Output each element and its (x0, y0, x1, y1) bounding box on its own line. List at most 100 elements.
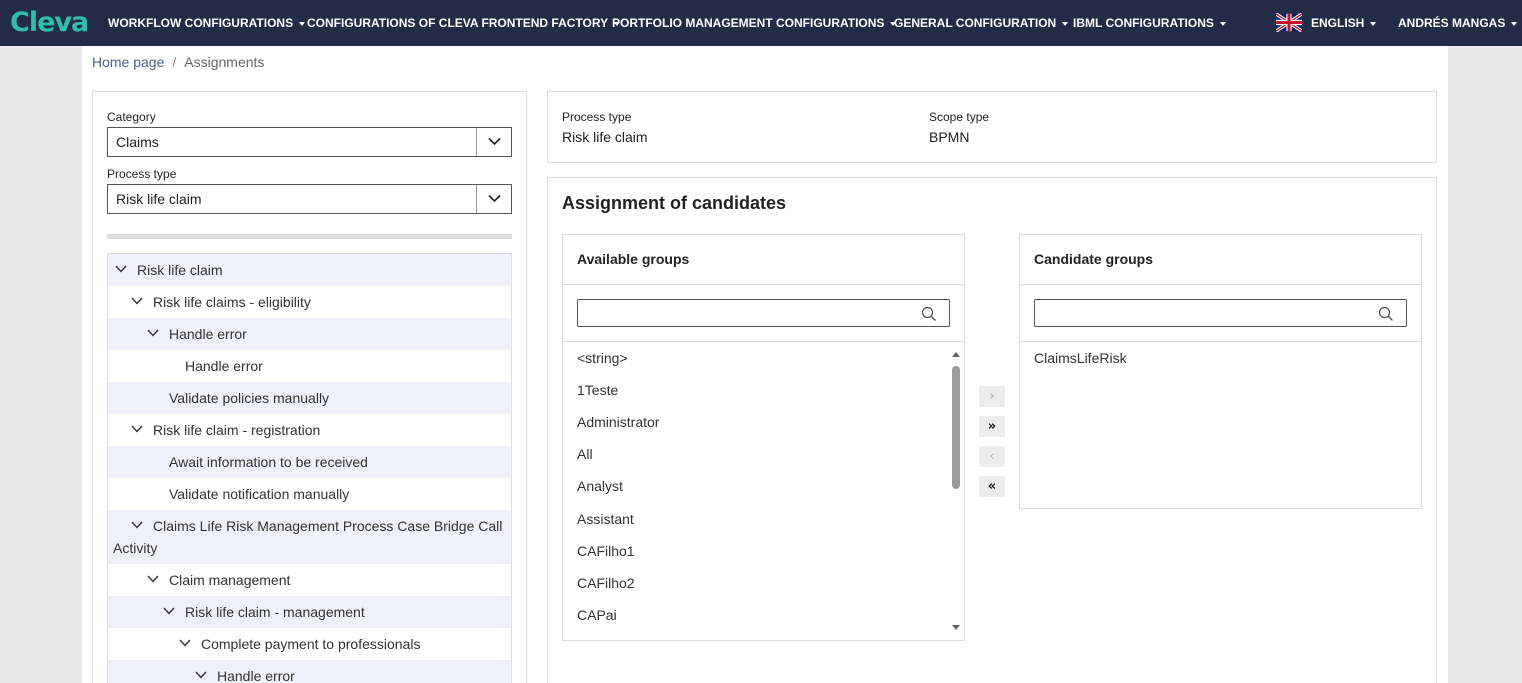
search-icon (1378, 306, 1393, 321)
chevron-down-icon[interactable] (163, 607, 175, 615)
divider (563, 284, 964, 285)
scroll-up-icon[interactable] (952, 352, 960, 357)
available-group-item[interactable]: Analyst (577, 478, 623, 494)
tree-node[interactable]: Risk life claim - management (108, 596, 511, 628)
chevron-down-icon[interactable] (115, 265, 127, 273)
tree-node[interactable]: Handle error (108, 660, 511, 683)
menu-general-configuration[interactable]: GENERAL CONFIGURATION (894, 16, 1069, 30)
menu-frontend-factory[interactable]: CONFIGURATIONS OF CLEVA FRONTEND FACTORY (307, 16, 621, 30)
tree-node[interactable]: Risk life claims - eligibility (108, 286, 511, 318)
chevron-down-icon[interactable] (195, 671, 207, 679)
caret-down-icon (1062, 21, 1069, 26)
info-process-type-value: Risk life claim (562, 129, 648, 145)
process-type-label: Process type (107, 167, 177, 181)
tree-node[interactable]: Risk life claim - registration (108, 414, 511, 446)
breadcrumb-separator: / (172, 54, 177, 70)
caret-down-icon (1370, 21, 1377, 26)
tree-node[interactable]: Validate notification manually (108, 478, 511, 510)
info-process-type-label: Process type (562, 110, 632, 124)
search-icon (921, 306, 936, 321)
breadcrumb: Home page / Assignments (92, 54, 264, 70)
category-dropdown-button[interactable] (476, 128, 511, 156)
candidate-groups-search-input[interactable] (1034, 299, 1407, 327)
divider (1020, 341, 1421, 342)
menu-ibml-configurations[interactable]: IBML CONFIGURATIONS (1073, 16, 1226, 30)
chevron-down-icon (488, 194, 501, 203)
candidate-group-item[interactable]: ClaimsLifeRisk (1034, 350, 1127, 366)
category-value: Claims (116, 134, 159, 150)
available-group-item[interactable]: 1Teste (577, 382, 618, 398)
caret-down-icon (1219, 21, 1226, 26)
tree-node-label: Validate policies manually (169, 390, 330, 406)
move-all-right-button[interactable]: » (979, 416, 1005, 437)
chevron-down-icon[interactable] (131, 425, 143, 433)
process-tree: Risk life claim Risk life claims - eligi… (107, 253, 512, 683)
move-left-button[interactable]: ‹ (979, 446, 1005, 467)
tree-node-label: Claim management (169, 572, 291, 588)
tree-node-label: Await information to be received (169, 454, 368, 470)
process-info-card (547, 91, 1437, 163)
candidate-groups-title: Candidate groups (1034, 251, 1154, 267)
tree-node-label: Handle error (217, 668, 295, 683)
process-type-dropdown-button[interactable] (476, 185, 511, 213)
tree-node-label: Validate notification manually (169, 486, 350, 502)
available-group-item[interactable]: <string> (577, 350, 628, 366)
tree-node[interactable]: Handle error (108, 318, 511, 350)
caret-down-icon (1511, 21, 1518, 26)
divider (563, 341, 964, 342)
tree-node-label: Complete payment to professionals (201, 636, 421, 652)
process-type-value: Risk life claim (116, 191, 202, 207)
tree-node-label: Claims Life Risk Management Process Case… (113, 518, 503, 556)
caret-down-icon (299, 21, 306, 26)
candidate-groups-box (1019, 234, 1422, 509)
tree-node[interactable]: Handle error (108, 350, 511, 382)
available-group-item[interactable]: Assistant (577, 511, 634, 527)
tree-node[interactable]: Claim management (108, 564, 511, 596)
available-group-item[interactable]: CAPai (577, 607, 617, 623)
assignment-title: Assignment of candidates (562, 193, 787, 213)
tree-node-label: Risk life claim (137, 262, 223, 278)
chevron-down-icon[interactable] (147, 575, 159, 583)
category-select[interactable]: Claims (107, 127, 512, 157)
tree-node[interactable]: Await information to be received (108, 446, 511, 478)
chevron-down-icon (488, 137, 501, 146)
available-groups-scrollbar[interactable] (950, 347, 962, 635)
available-group-item[interactable]: CAFilho2 (577, 575, 635, 591)
tree-node-label: Risk life claim - registration (153, 422, 321, 438)
scroll-down-icon[interactable] (952, 625, 960, 630)
tree-node[interactable]: Risk life claim (108, 254, 511, 286)
tree-node[interactable]: Claims Life Risk Management Process Case… (108, 510, 511, 564)
horizontal-scrollbar[interactable] (107, 234, 512, 239)
move-right-button[interactable]: › (979, 386, 1005, 407)
uk-flag-icon[interactable] (1276, 13, 1302, 32)
tree-node-label: Handle error (185, 358, 263, 374)
process-type-select[interactable]: Risk life claim (107, 184, 512, 214)
available-group-item[interactable]: Administrator (577, 414, 659, 430)
language-selector[interactable]: ENGLISH (1311, 16, 1377, 30)
chevron-down-icon[interactable] (131, 521, 143, 529)
available-group-item[interactable]: All (577, 446, 593, 462)
menu-portfolio-management[interactable]: PORTFOLIO MANAGEMENT CONFIGURATIONS (612, 16, 897, 30)
top-navbar: Cleva WORKFLOW CONFIGURATIONS CONFIGURAT… (0, 0, 1522, 46)
menu-workflow-configurations[interactable]: WORKFLOW CONFIGURATIONS (108, 16, 306, 30)
tree-node[interactable]: Complete payment to professionals (108, 628, 511, 660)
available-groups-search-input[interactable] (577, 299, 950, 327)
available-groups-title: Available groups (577, 251, 690, 267)
available-group-item[interactable]: CAFilho1 (577, 543, 635, 559)
divider (1020, 284, 1421, 285)
breadcrumb-home-link[interactable]: Home page (92, 54, 164, 70)
cleva-logo[interactable]: Cleva (10, 7, 89, 38)
chevron-down-icon[interactable] (179, 639, 191, 647)
info-scope-type-value: BPMN (929, 129, 970, 145)
user-menu[interactable]: ANDRÉS MANGAS (1398, 16, 1518, 30)
tree-node[interactable]: Validate policies manually (108, 382, 511, 414)
breadcrumb-current: Assignments (184, 54, 265, 70)
category-label: Category (107, 110, 156, 124)
tree-node-label: Risk life claims - eligibility (153, 294, 311, 310)
chevron-down-icon[interactable] (147, 329, 159, 337)
tree-node-label: Risk life claim - management (185, 604, 365, 620)
scroll-thumb[interactable] (952, 366, 960, 489)
move-all-left-button[interactable]: « (979, 476, 1005, 497)
chevron-down-icon[interactable] (131, 297, 143, 305)
tree-node-label: Handle error (169, 326, 247, 342)
